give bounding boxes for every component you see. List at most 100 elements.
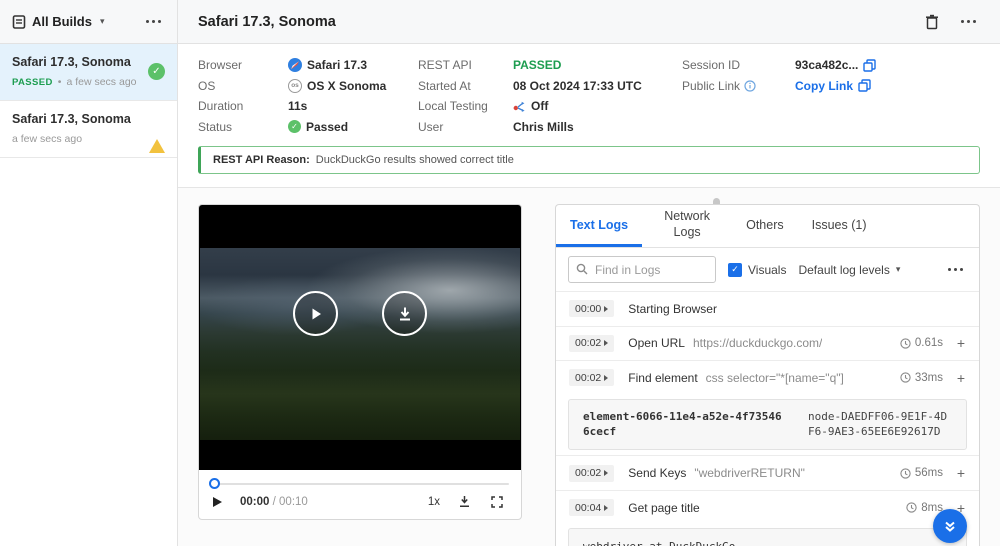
log-timestamp-expander[interactable]: 00:02 xyxy=(569,465,614,482)
session-menu-button[interactable] xyxy=(957,16,980,27)
duration-value: 11s xyxy=(288,99,307,113)
log-duration: 8ms xyxy=(906,502,943,514)
banner-label: REST API Reason: xyxy=(213,154,310,166)
log-action: Send Keys xyxy=(628,466,686,480)
build-item[interactable]: Safari 17.3, Sonoma a few secs ago ! xyxy=(0,101,177,158)
log-response-block: webdriver at DuckDuckGo xyxy=(568,528,967,546)
rest-api-value: PASSED xyxy=(513,58,561,72)
total-time: 00:10 xyxy=(279,496,308,508)
log-action: Open URL xyxy=(628,336,685,350)
log-list: 00:00 Starting Browser 00:02 Open URL ht… xyxy=(556,291,979,546)
log-action: Starting Browser xyxy=(628,302,717,316)
video-time: 00:00 / 00:10 xyxy=(240,496,308,508)
log-entry: 00:02 Open URL https://duckduckgo.com/ 0… xyxy=(556,326,979,361)
info-icon xyxy=(744,80,756,92)
search-icon xyxy=(576,263,588,275)
log-action: Get page title xyxy=(628,501,699,515)
started-at-label: Started At xyxy=(418,79,513,93)
log-timestamp-expander[interactable]: 00:02 xyxy=(569,369,614,386)
copy-link-icon[interactable] xyxy=(858,79,871,92)
app-window: All Builds ▾ Safari 17.3, Sonoma PASSED … xyxy=(0,0,1000,546)
scroll-to-bottom-button[interactable] xyxy=(933,509,967,543)
meta-separator: • xyxy=(58,76,62,88)
rest-api-label: REST API xyxy=(418,58,513,72)
log-entry: 00:02 Send Keys "webdriverRETURN" 56ms + xyxy=(556,455,979,490)
logs-filter-bar: ✓ Visuals Default log levels▾ xyxy=(556,248,979,291)
visuals-toggle[interactable]: ✓ Visuals xyxy=(728,263,786,277)
log-duration: 56ms xyxy=(900,467,943,479)
warning-icon: ! xyxy=(149,122,165,140)
log-timestamp-expander[interactable]: 00:02 xyxy=(569,335,614,352)
video-player-card: 00:00 / 00:10 1x xyxy=(198,204,522,520)
safari-icon xyxy=(288,58,302,72)
builds-filter-bar: All Builds ▾ xyxy=(0,0,177,44)
node-id-value: node-DAEDFF06-9E1F-4DF6-9AE3-65EE6E92617… xyxy=(808,409,952,441)
browser-value: Safari 17.3 xyxy=(307,58,367,72)
logs-panel: Text Logs Network Logs Others Issues (1)… xyxy=(555,204,980,546)
browser-label: Browser xyxy=(198,58,288,72)
build-time: a few secs ago xyxy=(12,133,82,145)
chevron-down-icon[interactable]: ▾ xyxy=(100,16,105,27)
tab-text-logs[interactable]: Text Logs xyxy=(556,205,642,247)
copy-public-link[interactable]: Copy Link xyxy=(795,79,853,93)
build-meta: a few secs ago xyxy=(12,133,165,145)
visuals-checkbox[interactable]: ✓ xyxy=(728,263,742,277)
log-levels-dropdown[interactable]: Default log levels▾ xyxy=(798,263,900,277)
log-duration: 33ms xyxy=(900,372,943,384)
expand-log-button[interactable]: + xyxy=(956,335,966,351)
public-link-label: Public Link xyxy=(682,79,740,93)
status-label: Status xyxy=(198,120,288,134)
os-value: OS X Sonoma xyxy=(307,79,386,93)
build-time: a few secs ago xyxy=(66,76,136,88)
started-at-value: 08 Oct 2024 17:33 UTC xyxy=(513,79,642,93)
video-seekbar[interactable] xyxy=(211,483,509,485)
search-input[interactable] xyxy=(568,256,716,283)
tab-others[interactable]: Others xyxy=(732,205,798,247)
chevron-down-icon: ▾ xyxy=(896,264,901,275)
log-entry: 00:00 Starting Browser xyxy=(556,291,979,326)
build-item-selected[interactable]: Safari 17.3, Sonoma PASSED • a few secs … xyxy=(0,44,177,101)
log-duration: 0.61s xyxy=(900,337,943,349)
session-id-label: Session ID xyxy=(682,58,795,72)
copy-session-id-icon[interactable] xyxy=(863,59,876,72)
video-play-button[interactable] xyxy=(293,291,338,336)
rest-api-reason-banner: REST API Reason: DuckDuckGo results show… xyxy=(198,146,980,174)
log-timestamp-expander[interactable]: 00:04 xyxy=(569,499,614,516)
video-thumbnail xyxy=(200,248,520,440)
passed-check-icon: ✓ xyxy=(148,63,165,80)
logs-menu-button[interactable] xyxy=(944,264,967,275)
video-download-button[interactable] xyxy=(382,291,427,336)
passed-check-icon: ✓ xyxy=(288,120,301,133)
expand-log-button[interactable]: + xyxy=(956,465,966,481)
visuals-label: Visuals xyxy=(748,263,786,277)
expand-log-button[interactable]: + xyxy=(956,370,966,386)
local-testing-value: Off xyxy=(531,99,548,113)
play-icon[interactable] xyxy=(213,497,222,507)
playback-speed-button[interactable]: 1x xyxy=(428,496,440,508)
log-entry: 00:04 Get page title 8ms + xyxy=(556,490,979,525)
download-video-icon[interactable] xyxy=(458,495,471,508)
builds-dropdown-label[interactable]: All Builds xyxy=(32,14,92,29)
user-value: Chris Mills xyxy=(513,120,574,134)
content-area: 00:00 / 00:10 1x xyxy=(178,188,1000,546)
duration-label: Duration xyxy=(198,99,288,113)
tab-issues[interactable]: Issues (1) xyxy=(798,205,881,247)
log-search xyxy=(568,256,716,283)
tab-network-logs[interactable]: Network Logs xyxy=(642,205,732,247)
local-testing-icon xyxy=(513,100,526,112)
main-area: Safari 17.3, Sonoma Browser Safari 17.3 … xyxy=(178,0,1000,546)
seekbar-handle[interactable] xyxy=(209,478,220,489)
session-title: Safari 17.3, Sonoma xyxy=(198,14,336,30)
build-title: Safari 17.3, Sonoma xyxy=(12,112,165,126)
os-label: OS xyxy=(198,79,288,93)
delete-session-button[interactable] xyxy=(925,14,939,30)
osx-icon: os xyxy=(288,79,302,93)
log-detail: css selector="*[name="q"] xyxy=(706,371,844,385)
user-label: User xyxy=(418,120,513,134)
local-testing-label: Local Testing xyxy=(418,99,513,113)
fullscreen-icon[interactable] xyxy=(491,496,503,508)
page-title-value: webdriver at DuckDuckGo xyxy=(583,540,735,546)
logs-tabs: Text Logs Network Logs Others Issues (1) xyxy=(556,205,979,248)
builds-menu-button[interactable] xyxy=(142,16,165,27)
log-timestamp-expander[interactable]: 00:00 xyxy=(569,300,614,317)
